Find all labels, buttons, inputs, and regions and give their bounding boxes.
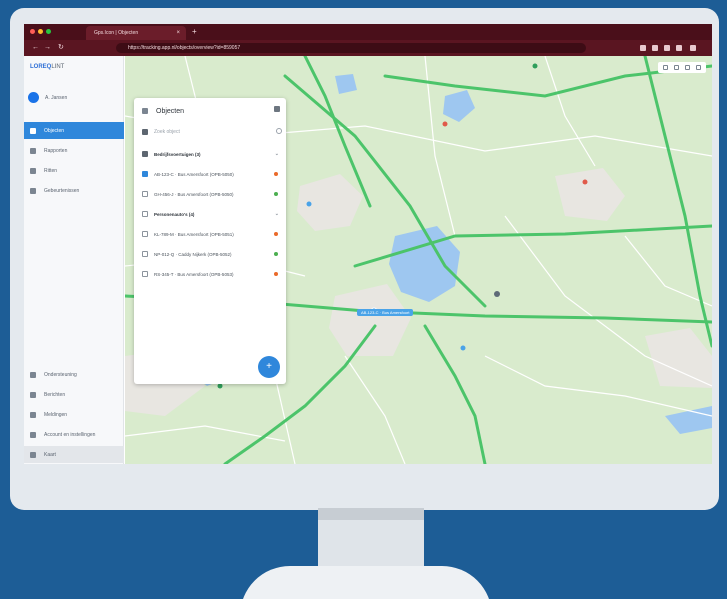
user-profile[interactable]: A. Jansen xyxy=(28,92,67,103)
new-tab-button[interactable]: + xyxy=(192,26,197,38)
app-sidebar: LOREQLINT A. Jansen Objecten Rapporten R… xyxy=(24,56,124,464)
profile-icon[interactable] xyxy=(676,45,682,51)
reload-icon[interactable]: ↻ xyxy=(58,43,64,53)
menu-icon[interactable] xyxy=(142,108,148,114)
object-checkbox[interactable] xyxy=(142,251,148,257)
status-dot xyxy=(274,272,278,276)
browser-tab-active[interactable]: Gps.Icon | Objecten × xyxy=(86,26,186,40)
report-icon xyxy=(30,147,36,154)
object-row[interactable]: RS-345-T · Bus Amersfoort (OPB-5053) xyxy=(142,268,282,280)
object-group-row[interactable]: Personenauto's (4) ⌄ xyxy=(142,208,282,220)
object-row[interactable]: NP-012-Q · Caddy Nijkerk (OPB-5052) xyxy=(142,248,282,260)
sidebar-item-account[interactable]: Account en instellingen xyxy=(24,426,124,443)
status-dot xyxy=(274,252,278,256)
search-input[interactable]: Zoek object xyxy=(142,126,282,138)
settings-icon[interactable] xyxy=(274,106,280,112)
sidebar-item-objecten[interactable]: Objecten xyxy=(24,122,124,139)
tab-title: Gps.Icon | Objecten xyxy=(94,30,139,36)
object-checkbox[interactable] xyxy=(142,191,148,197)
avatar xyxy=(28,92,39,103)
sidebar-item-ritten[interactable]: Ritten xyxy=(24,162,124,179)
sidebar-item-rapporten[interactable]: Rapporten xyxy=(24,142,124,159)
layers-icon[interactable] xyxy=(685,65,690,70)
tab-close-icon[interactable]: × xyxy=(176,26,180,40)
objects-panel: Objecten Zoek object Bedrijfsvoertuigen … xyxy=(134,98,286,384)
map-toolbar xyxy=(658,62,706,73)
browser-address-bar: ← → ↻ https://tracking.app.nl/objects/ov… xyxy=(24,40,712,56)
settings-icon xyxy=(30,431,36,438)
map-icon xyxy=(30,451,36,458)
browser-tab-bar: Gps.Icon | Objecten × + xyxy=(24,24,712,40)
browser-menu-icon[interactable] xyxy=(690,45,696,51)
bell-icon xyxy=(30,411,36,418)
selected-object-label[interactable]: AB-123-C · Bus Amersfoort xyxy=(357,309,414,316)
url-field[interactable]: https://tracking.app.nl/objects/overview… xyxy=(116,43,586,53)
sidebar-item-kaart[interactable]: Kaart xyxy=(24,446,124,463)
group-checkbox[interactable] xyxy=(142,151,148,157)
sidebar-item-gebeurtenissen[interactable]: Gebeurtenissen xyxy=(24,182,124,199)
message-icon xyxy=(30,391,36,398)
search-placeholder: Zoek object xyxy=(154,129,180,135)
panel-header: Objecten xyxy=(142,104,282,118)
route-icon xyxy=(30,167,36,174)
event-icon xyxy=(30,187,36,194)
object-checkbox[interactable] xyxy=(142,271,148,277)
status-dot xyxy=(274,192,278,196)
object-checkbox[interactable] xyxy=(142,231,148,237)
object-row[interactable]: AB-123-C · Bus Amersfoort (OPB-5050) xyxy=(142,168,282,180)
extension-icon[interactable] xyxy=(664,45,670,51)
monitor-neck-shadow xyxy=(318,508,424,520)
app-logo: LOREQLINT xyxy=(30,64,65,70)
help-icon xyxy=(30,371,36,378)
extension-icon[interactable] xyxy=(640,45,646,51)
search-icon[interactable] xyxy=(276,128,282,134)
chevron-down-icon[interactable]: ⌄ xyxy=(275,211,279,217)
window-controls xyxy=(30,29,51,34)
fullscreen-icon[interactable] xyxy=(696,65,701,70)
maximize-window-dot[interactable] xyxy=(46,29,51,34)
panel-title: Objecten xyxy=(156,107,185,115)
object-checkbox[interactable] xyxy=(142,171,148,177)
minimize-window-dot[interactable] xyxy=(38,29,43,34)
filter-icon[interactable] xyxy=(142,129,148,135)
object-row[interactable]: GH-456-J · Bus Amersfoort (OPB-5050) xyxy=(142,188,282,200)
back-icon[interactable]: ← xyxy=(32,43,39,53)
status-dot xyxy=(274,172,278,176)
sidebar-item-berichten[interactable]: Berichten xyxy=(24,386,124,403)
close-window-dot[interactable] xyxy=(30,29,35,34)
object-row[interactable]: KL-789-M · Bus Amersfoort (OPB-5051) xyxy=(142,228,282,240)
monitor-screen: Gps.Icon | Objecten × + ← → ↻ https://tr… xyxy=(24,24,712,464)
tracking-app: LOREQLINT A. Jansen Objecten Rapporten R… xyxy=(24,56,712,464)
forward-icon[interactable]: → xyxy=(44,43,51,53)
group-checkbox[interactable] xyxy=(142,211,148,217)
user-name: A. Jansen xyxy=(45,94,68,101)
extension-icon[interactable] xyxy=(652,45,658,51)
status-dot xyxy=(274,232,278,236)
zoom-in-icon[interactable] xyxy=(663,65,668,70)
chevron-down-icon[interactable]: ⌄ xyxy=(275,151,279,157)
add-object-button[interactable]: + xyxy=(258,356,280,378)
zoom-out-icon[interactable] xyxy=(674,65,679,70)
sidebar-item-ondersteuning[interactable]: Ondersteuning xyxy=(24,366,124,383)
object-group-row[interactable]: Bedrijfsvoertuigen (3) ⌄ xyxy=(142,148,282,160)
sidebar-item-meldingen[interactable]: Meldingen xyxy=(24,406,124,423)
monitor-base xyxy=(240,566,492,599)
pin-icon xyxy=(30,127,36,134)
